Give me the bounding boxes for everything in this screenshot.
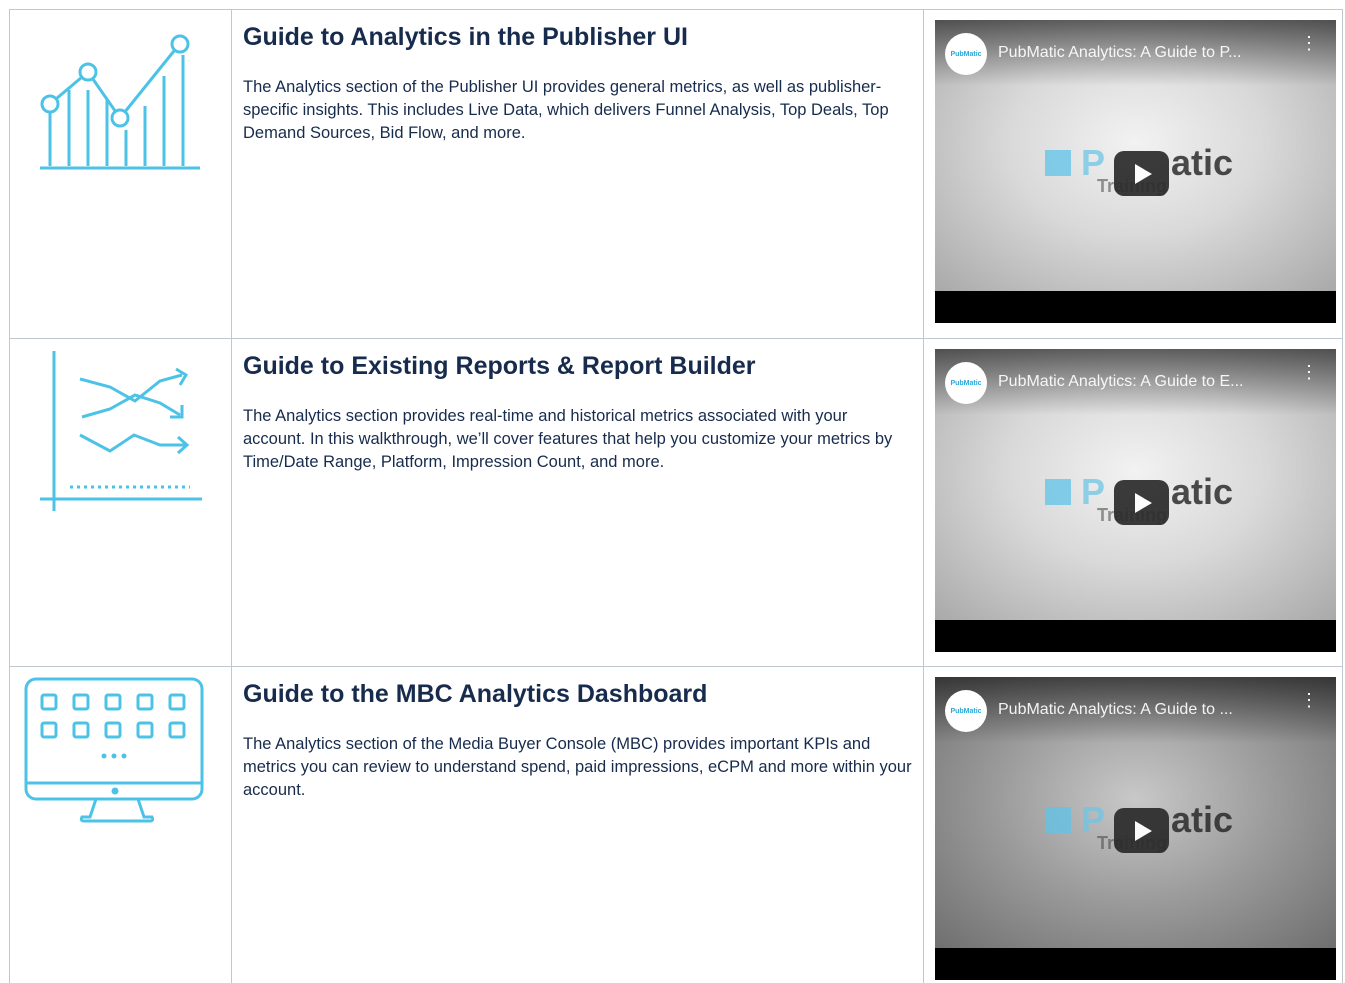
guides-table: Guide to Analytics in the Publisher UI T… [9,9,1343,983]
table-row: Guide to the MBC Analytics Dashboard The… [9,666,1343,983]
video-title[interactable]: PubMatic Analytics: A Guide to P... [998,44,1241,62]
icon-cell [9,10,231,338]
brand-logo-right: atic [1171,471,1234,512]
table-row: Guide to Analytics in the Publisher UI T… [9,9,1343,338]
more-options-icon[interactable]: ⋮ [1300,691,1318,709]
trend-arrows-chart-icon [40,351,202,511]
text-cell: Guide to Existing Reports & Report Build… [231,339,923,666]
guide-description: The Analytics section provides real-time… [243,407,893,471]
line-chart-icon [40,34,200,170]
monitor-dashboard-icon [24,677,204,823]
video-player[interactable]: PubMatic PubMatic Analytics: A Guide to … [935,20,1336,323]
more-options-icon[interactable]: ⋮ [1300,363,1318,381]
play-button-icon[interactable] [1114,480,1169,525]
icon-cell [9,339,231,666]
channel-avatar[interactable]: PubMatic [945,362,987,404]
channel-avatar[interactable]: PubMatic [945,33,987,75]
video-cell: PubMatic PubMatic Analytics: A Guide to … [923,667,1343,983]
video-title[interactable]: PubMatic Analytics: A Guide to ... [998,701,1233,719]
brand-logo-right: atic [1171,799,1234,840]
brand-square-icon [1045,479,1071,505]
video-cell: PubMatic PubMatic Analytics: A Guide to … [923,339,1343,666]
video-player[interactable]: PubMatic PubMatic Analytics: A Guide to … [935,677,1336,980]
video-player[interactable]: PubMatic PubMatic Analytics: A Guide to … [935,349,1336,652]
icon-cell [9,667,231,983]
guide-title: Guide to the MBC Analytics Dashboard [243,680,708,708]
text-cell: Guide to the MBC Analytics Dashboard The… [231,667,923,983]
guide-description: The Analytics section of the Publisher U… [243,78,889,142]
brand-square-icon [1045,807,1071,833]
guide-description: The Analytics section of the Media Buyer… [243,735,912,799]
guide-title: Guide to Analytics in the Publisher UI [243,23,688,51]
play-button-icon[interactable] [1114,808,1169,853]
video-cell: PubMatic PubMatic Analytics: A Guide to … [923,10,1343,338]
brand-square-icon [1045,150,1071,176]
brand-logo-right: atic [1171,142,1234,183]
play-button-icon[interactable] [1114,151,1169,196]
guide-title: Guide to Existing Reports & Report Build… [243,352,756,380]
table-row: Guide to Existing Reports & Report Build… [9,338,1343,666]
channel-avatar[interactable]: PubMatic [945,690,987,732]
video-title[interactable]: PubMatic Analytics: A Guide to E... [998,373,1243,391]
more-options-icon[interactable]: ⋮ [1300,34,1318,52]
text-cell: Guide to Analytics in the Publisher UI T… [231,10,923,338]
